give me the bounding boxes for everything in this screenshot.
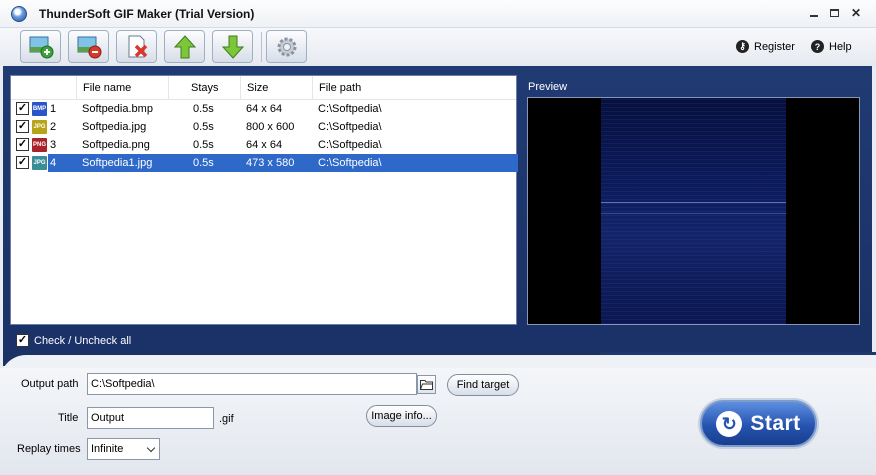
register-link[interactable]: ⚷ Register: [736, 40, 795, 53]
minimize-button[interactable]: [807, 6, 821, 20]
toolbar-separator: [261, 32, 262, 62]
output-path-input[interactable]: C:\Softpedia\: [87, 373, 417, 395]
file-path: C:\Softpedia\: [318, 103, 382, 115]
register-label: Register: [754, 40, 795, 53]
folder-icon: [420, 380, 433, 390]
remove-image-icon: [77, 36, 101, 58]
clear-list-button[interactable]: [116, 30, 157, 63]
row-checkbox[interactable]: ✓: [16, 156, 29, 169]
size: 64 x 64: [246, 139, 283, 151]
list-header: File name Stays Size File path: [11, 76, 516, 100]
gif-extension-label: .gif: [219, 413, 234, 425]
key-icon: ⚷: [736, 40, 749, 53]
preview-pane: [527, 97, 860, 325]
stays: 0.5s: [193, 157, 214, 169]
file-path: C:\Softpedia\: [318, 157, 382, 169]
size: 473 x 580: [246, 157, 295, 169]
row-index: 3: [50, 139, 57, 151]
move-up-button[interactable]: [164, 30, 205, 63]
png-file-icon: PNG: [32, 138, 47, 152]
window-title: ThunderSoft GIF Maker (Trial Version): [39, 7, 255, 21]
remove-image-button[interactable]: [68, 30, 109, 63]
replay-times-select[interactable]: Infinite: [87, 438, 160, 460]
jpg-file-icon: JPG: [32, 156, 47, 170]
preview-streak: [601, 213, 786, 214]
start-label: Start: [750, 411, 801, 435]
jpg-file-icon: JPG: [32, 120, 47, 134]
add-image-icon: [29, 36, 53, 58]
table-row[interactable]: ✓ BMP 1 Softpedia.bmp 0.5s 64 x 64 C:\So…: [11, 100, 516, 118]
column-header-size[interactable]: Size: [240, 76, 312, 100]
check-all-toggle[interactable]: ✓ Check / Uncheck all: [16, 334, 131, 347]
move-up-icon: [173, 34, 196, 58]
table-row-selected[interactable]: ✓ JPG 4 Softpedia1.jpg 0.5s 473 x 580 C:…: [11, 154, 518, 172]
maximize-button[interactable]: [827, 6, 841, 20]
close-icon: ✕: [850, 6, 862, 20]
find-target-button[interactable]: Find target: [447, 374, 519, 396]
preview-image: [601, 98, 786, 324]
title-label: Title: [58, 412, 79, 424]
add-image-button[interactable]: [20, 30, 61, 63]
row-checkbox[interactable]: ✓: [16, 138, 29, 151]
browse-folder-button[interactable]: [417, 375, 436, 394]
file-list[interactable]: File name Stays Size File path ✓ BMP 1 S…: [10, 75, 518, 325]
row-index: 1: [50, 103, 57, 115]
stays: 0.5s: [193, 139, 214, 151]
row-index: 4: [50, 157, 57, 169]
column-header-file-name[interactable]: File name: [76, 76, 168, 100]
row-checkbox[interactable]: ✓: [16, 120, 29, 133]
close-button[interactable]: ✕: [849, 6, 863, 20]
stays: 0.5s: [193, 121, 214, 133]
refresh-icon: ↻: [716, 410, 743, 437]
size: 800 x 600: [246, 121, 295, 133]
column-header-file-path[interactable]: File path: [312, 76, 516, 100]
row-checkbox[interactable]: ✓: [16, 102, 29, 115]
file-name: Softpedia.bmp: [82, 103, 153, 115]
file-name: Softpedia1.jpg: [82, 157, 153, 169]
replay-times-label: Replay times: [17, 443, 81, 455]
title-input[interactable]: Output: [87, 407, 214, 429]
table-row[interactable]: ✓ JPG 2 Softpedia.jpg 0.5s 800 x 600 C:\…: [11, 118, 516, 136]
output-path-label: Output path: [21, 378, 79, 390]
title-bar: ThunderSoft GIF Maker (Trial Version) ✕: [0, 0, 876, 28]
bmp-file-icon: BMP: [32, 102, 47, 116]
table-row[interactable]: ✓ PNG 3 Softpedia.png 0.5s 64 x 64 C:\So…: [11, 136, 516, 154]
check-all-checkbox[interactable]: ✓: [16, 334, 29, 347]
move-down-icon: [221, 35, 244, 59]
check-all-label: Check / Uncheck all: [34, 334, 132, 347]
help-icon: ?: [811, 40, 824, 53]
preview-label: Preview: [528, 81, 568, 93]
help-label: Help: [829, 40, 852, 53]
size: 64 x 64: [246, 103, 283, 115]
row-index: 2: [50, 121, 57, 133]
help-link[interactable]: ? Help: [811, 40, 852, 53]
replay-times-value: Infinite: [91, 443, 124, 455]
move-down-button[interactable]: [212, 30, 253, 63]
file-path: C:\Softpedia\: [318, 121, 382, 133]
clear-list-icon: [128, 35, 147, 57]
minimize-icon: [810, 15, 818, 17]
file-name: Softpedia.png: [82, 139, 150, 151]
image-info-button[interactable]: Image info...: [366, 405, 437, 427]
settings-button[interactable]: [266, 30, 307, 63]
file-name: Softpedia.jpg: [82, 121, 147, 133]
chevron-down-icon: [146, 443, 156, 453]
preview-streak: [601, 202, 786, 203]
column-header-stays[interactable]: Stays: [168, 76, 240, 100]
toolbar: ⚷ Register ? Help: [0, 28, 876, 66]
start-button[interactable]: ↻ Start: [700, 400, 817, 447]
stays: 0.5s: [193, 103, 214, 115]
maximize-icon: [829, 9, 839, 17]
app-icon: [11, 6, 27, 22]
settings-gear-icon: [277, 37, 296, 56]
file-path: C:\Softpedia\: [318, 139, 382, 151]
